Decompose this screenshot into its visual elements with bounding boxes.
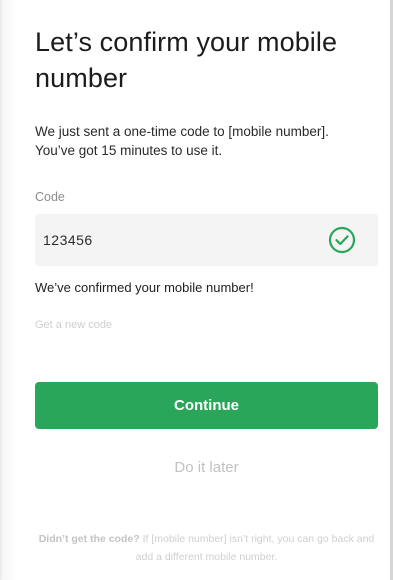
continue-button[interactable]: Continue [35,382,378,429]
get-new-code-link[interactable]: Get a new code [35,319,112,331]
confirmation-status-text: We’ve confirmed your mobile number! [35,280,254,295]
footer-help-text: If [mobile number] isn’t right, you can … [135,533,375,563]
code-input-field[interactable]: 123456 [35,214,378,266]
do-it-later-button[interactable]: Do it later [35,456,378,478]
code-sent-message: We just sent a one-time code to [mobile … [35,124,329,158]
check-circle-icon [328,226,356,254]
mobile-confirmation-screen: Let’s confirm your mobile number We just… [0,0,393,580]
code-label: Code [35,190,65,204]
left-edge-shadow [0,0,18,580]
code-input-value[interactable]: 123456 [43,232,93,248]
footer-question: Didn’t get the code? [38,533,140,545]
page-title: Let’s confirm your mobile number [35,27,338,93]
help-footer: Didn’t get the code? If [mobile number] … [35,530,378,566]
